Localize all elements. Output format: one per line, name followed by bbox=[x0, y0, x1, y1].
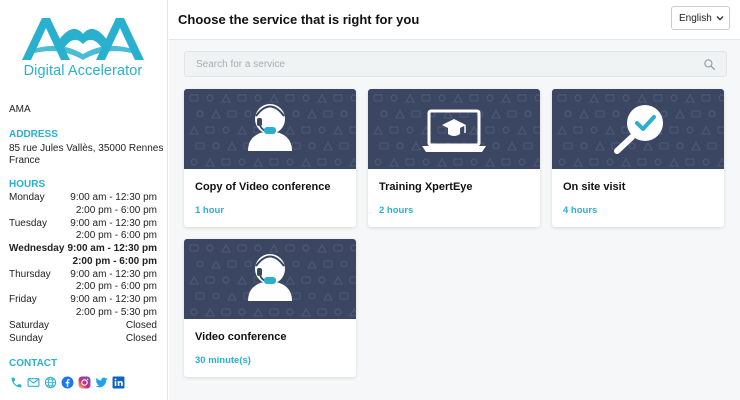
hours-times: 9:00 am - 12:30 pm 2:00 pm - 6:00 pm bbox=[68, 243, 158, 268]
hours-table: Monday 9:00 am - 12:30 pm 2:00 pm - 6:00 p… bbox=[9, 192, 157, 346]
service-card[interactable]: Copy of Video conference 1 hour bbox=[184, 89, 356, 227]
hours-time-range: 9:00 am - 12:30 pm bbox=[70, 192, 157, 203]
laptop-graduation-icon bbox=[368, 89, 540, 169]
logo-mark-icon bbox=[22, 18, 144, 60]
hours-times: Closed bbox=[126, 333, 157, 346]
headset-person-icon bbox=[184, 239, 356, 319]
search-bar bbox=[184, 51, 727, 77]
twitter-icon[interactable] bbox=[94, 375, 108, 389]
hours-day: Monday bbox=[9, 192, 45, 203]
hours-time-range: 2:00 pm - 5:30 pm bbox=[75, 306, 157, 318]
instagram-icon[interactable] bbox=[77, 375, 91, 389]
hours-times: 9:00 am - 12:30 pm 2:00 pm - 6:00 pm bbox=[70, 269, 157, 294]
language-value: English bbox=[679, 13, 712, 24]
service-card[interactable]: On site visit 4 hours bbox=[552, 89, 724, 227]
facebook-icon[interactable] bbox=[60, 375, 74, 389]
service-card[interactable]: Video conference 30 minute(s) bbox=[184, 239, 356, 377]
hours-time-range: 9:00 am - 12:30 pm bbox=[70, 294, 157, 305]
chevron-down-icon bbox=[715, 12, 725, 27]
service-duration: 4 hours bbox=[563, 205, 598, 216]
logo-text: Digital Accelerator bbox=[23, 63, 143, 79]
globe-icon[interactable] bbox=[43, 375, 57, 389]
service-title: On site visit bbox=[563, 181, 626, 193]
hours-time-range: 9:00 am - 12:30 pm bbox=[67, 243, 158, 254]
hours-row-thursday: Thursday 9:00 am - 12:30 pm 2:00 pm - 6:00… bbox=[9, 269, 157, 294]
hours-row-tuesday: Tuesday 9:00 am - 12:30 pm 2:00 pm - 6:00 … bbox=[9, 218, 157, 243]
contact-icons bbox=[9, 375, 125, 389]
hours-day: Friday bbox=[9, 294, 37, 305]
contact-title: CONTACT bbox=[9, 358, 58, 369]
hours-times: 9:00 am - 12:30 pm 2:00 pm - 6:00 pm bbox=[70, 192, 157, 217]
hours-day: Sunday bbox=[9, 332, 43, 344]
search-icon[interactable] bbox=[703, 58, 716, 76]
hours-row-sunday: Sunday Closed bbox=[9, 333, 157, 346]
sidebar: Digital Accelerator AMA ADDRESS 85 rue J… bbox=[0, 0, 168, 400]
hours-row-saturday: Saturday Closed bbox=[9, 320, 157, 333]
hours-time-range: 9:00 am - 12:30 pm bbox=[70, 217, 157, 229]
main-content: Choose the service that is right for you… bbox=[169, 0, 740, 400]
hours-row-wednesday: Wednesday 9:00 am - 12:30 pm 2:00 pm - 6:0… bbox=[9, 243, 157, 268]
service-title: Copy of Video conference bbox=[195, 181, 331, 193]
hours-row-monday: Monday 9:00 am - 12:30 pm 2:00 pm - 6:00 p… bbox=[9, 192, 157, 217]
service-duration: 1 hour bbox=[195, 205, 225, 216]
phone-icon[interactable] bbox=[9, 375, 23, 389]
page-title: Choose the service that is right for you bbox=[178, 12, 420, 27]
search-input[interactable] bbox=[185, 52, 685, 76]
hours-row-friday: Friday 9:00 am - 12:30 pm 2:00 pm - 5:30 p… bbox=[9, 294, 157, 319]
headset-person-icon bbox=[184, 89, 356, 169]
hours-time-range: 9:00 am - 12:30 pm bbox=[70, 268, 157, 280]
top-bar: Choose the service that is right for you… bbox=[169, 0, 740, 40]
linkedin-icon[interactable] bbox=[111, 375, 125, 389]
hours-day: Saturday bbox=[9, 319, 50, 331]
hours-time-range: Closed bbox=[125, 319, 157, 331]
hours-day: Thursday bbox=[9, 268, 51, 280]
email-icon[interactable] bbox=[26, 375, 40, 389]
magnifier-check-icon bbox=[552, 89, 724, 169]
hours-time-range: 2:00 pm - 6:00 pm bbox=[72, 255, 157, 267]
language-select[interactable]: English bbox=[671, 6, 730, 30]
hours-day: Tuesday bbox=[9, 217, 47, 229]
service-duration: 2 hours bbox=[379, 205, 414, 216]
address-text: 85 rue Jules Vallès, 35000 Rennes France bbox=[9, 143, 164, 166]
brand-logo[interactable]: Digital Accelerator bbox=[20, 14, 146, 82]
hours-time-range: Closed bbox=[125, 332, 157, 344]
hours-day: Wednesday bbox=[9, 243, 65, 254]
hours-title: HOURS bbox=[9, 179, 46, 190]
service-title: Training XpertEye bbox=[379, 181, 473, 193]
business-name: AMA bbox=[9, 104, 31, 115]
hours-times: 9:00 am - 12:30 pm 2:00 pm - 6:00 pm bbox=[70, 218, 157, 243]
address-title: ADDRESS bbox=[9, 129, 58, 140]
service-duration: 30 minute(s) bbox=[195, 355, 251, 366]
hours-time-range: 2:00 pm - 6:00 pm bbox=[75, 230, 157, 241]
service-card[interactable]: Training XpertEye 2 hours bbox=[368, 89, 540, 227]
hours-time-range: 2:00 pm - 6:00 pm bbox=[75, 281, 157, 292]
service-title: Video conference bbox=[195, 331, 287, 343]
hours-times: Closed bbox=[126, 320, 157, 333]
hours-time-range: 2:00 pm - 6:00 pm bbox=[75, 204, 157, 216]
hours-times: 9:00 am - 12:30 pm 2:00 pm - 5:30 pm bbox=[70, 294, 157, 319]
